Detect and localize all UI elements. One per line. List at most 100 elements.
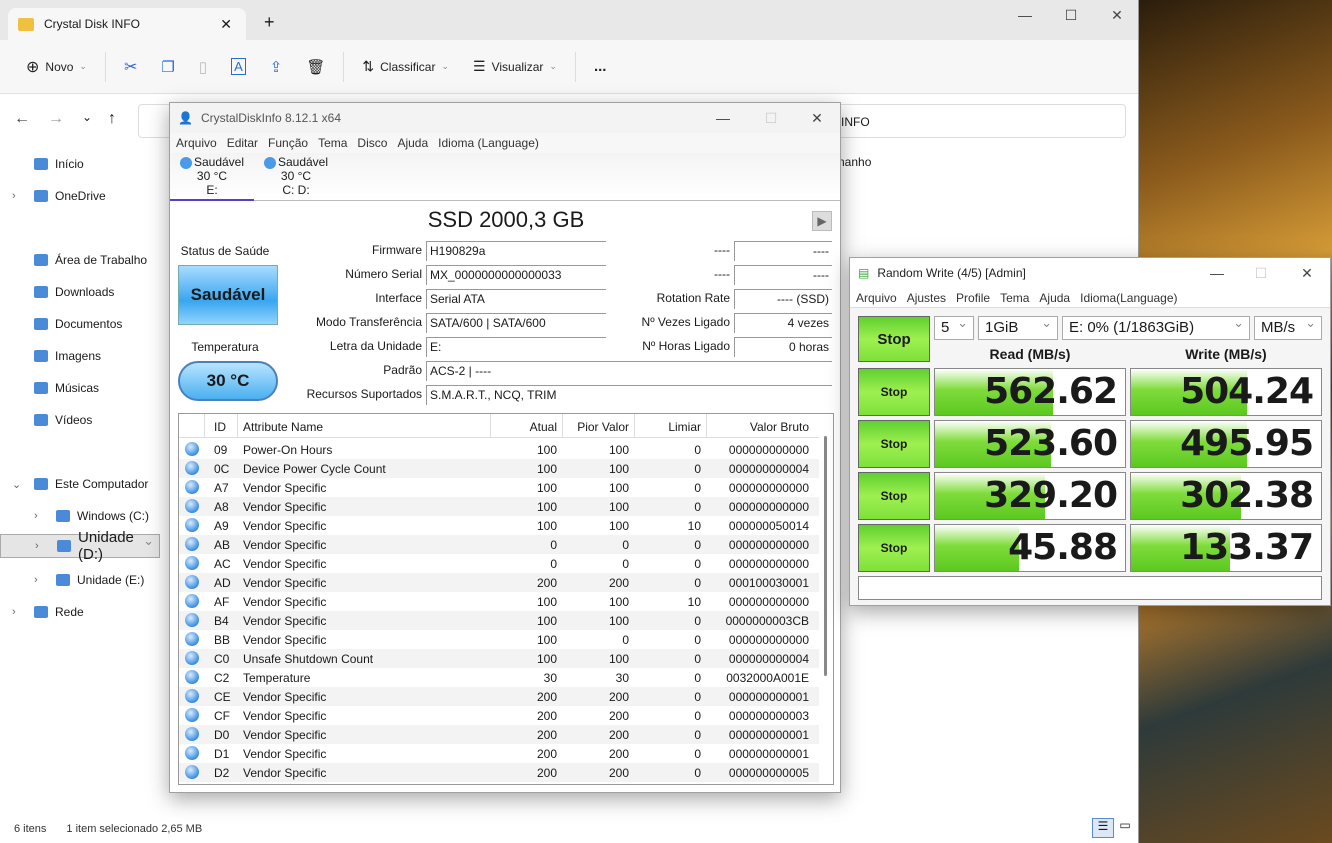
table-row[interactable]: D2 Vendor Specific 200 200 0 000000000005 — [179, 763, 819, 782]
share-button[interactable]: ⇪ — [258, 51, 295, 83]
drive-select[interactable]: E: 0% (1/1863GiB) — [1062, 315, 1250, 340]
table-row[interactable]: BB Vendor Specific 100 0 0 000000000000 — [179, 630, 819, 649]
sidebar-item[interactable]: › Rede — [0, 598, 160, 626]
menu-item[interactable]: Idioma(Language) — [1080, 291, 1177, 305]
sidebar-item[interactable]: Área de Trabalho — [0, 246, 160, 274]
test-stop-button[interactable]: Stop — [858, 472, 930, 520]
table-row[interactable]: AD Vendor Specific 200 200 0 000100030001 — [179, 573, 819, 592]
table-row[interactable]: A9 Vendor Specific 100 100 10 000000050014 — [179, 516, 819, 535]
sidebar-item[interactable]: Imagens — [0, 342, 160, 370]
disk-tab[interactable]: Saudável 30 °C C: D: — [254, 153, 338, 201]
table-row[interactable]: D1 Vendor Specific 200 200 0 000000000001 — [179, 744, 819, 763]
forward-icon[interactable]: → — [48, 110, 64, 128]
comment-field[interactable] — [858, 576, 1322, 600]
table-row[interactable]: D0 Vendor Specific 200 200 0 000000000001 — [179, 725, 819, 744]
menu-item[interactable]: Arquivo — [856, 291, 897, 305]
table-row[interactable]: A8 Vendor Specific 100 100 0 000000000000 — [179, 497, 819, 516]
column-header[interactable]: ID — [214, 420, 226, 434]
table-row[interactable]: 09 Power-On Hours 100 100 0 000000000000 — [179, 440, 819, 459]
delete-button[interactable]: 🗑 — [294, 51, 337, 83]
sidebar-item[interactable]: › Windows (C:) — [0, 502, 160, 530]
sort-button[interactable]: ⇅ Classificar ⌄ — [350, 51, 461, 83]
disk-tab[interactable]: Saudável 30 °C E: — [170, 153, 254, 201]
paste-button[interactable]: ▯ — [187, 51, 219, 83]
test-stop-button[interactable]: Stop — [858, 420, 930, 468]
column-header[interactable]: Valor Bruto — [750, 420, 809, 434]
up-icon[interactable]: ↑ — [108, 110, 116, 128]
minimize-button[interactable]: — — [1194, 258, 1240, 288]
all-stop-button[interactable]: Stop — [858, 316, 930, 362]
menu-item[interactable]: Arquivo — [176, 136, 217, 150]
menu-item[interactable]: Profile — [956, 291, 990, 305]
cut-button[interactable]: ✂ — [112, 51, 149, 83]
table-row[interactable]: C0 Unsafe Shutdown Count 100 100 0 0000000000… — [179, 649, 819, 668]
column-header[interactable]: Pior Valor — [577, 420, 629, 434]
maximize-button[interactable]: ☐ — [1238, 258, 1284, 288]
test-stop-button[interactable]: Stop — [858, 368, 930, 416]
table-row[interactable]: AC Vendor Specific 0 0 0 000000000000 — [179, 554, 819, 573]
temperature-button[interactable]: 30 °C — [178, 361, 278, 401]
tab-crystal-disk-info[interactable]: Crystal Disk INFO ✕ — [8, 8, 246, 40]
sidebar-item[interactable]: › Unidade (E:) — [0, 566, 160, 594]
column-header[interactable]: Atual — [530, 420, 557, 434]
sidebar-item[interactable]: › Unidade (D:) — [0, 529, 160, 563]
new-tab-button[interactable]: + — [264, 12, 275, 33]
menu-item[interactable]: Tema — [1000, 291, 1029, 305]
menu-item[interactable]: Ajustes — [907, 291, 946, 305]
sidebar-item[interactable]: Músicas — [0, 374, 160, 402]
next-disk-button[interactable]: ▶ — [812, 211, 832, 231]
chevron-right-icon[interactable]: ⌄ — [12, 478, 21, 491]
close-button[interactable]: ✕ — [1094, 0, 1140, 30]
chevron-right-icon[interactable]: › — [34, 574, 38, 586]
table-row[interactable]: AF Vendor Specific 100 100 10 000000000000 — [179, 592, 819, 611]
menu-item[interactable]: Idioma (Language) — [438, 136, 539, 150]
chevron-right-icon[interactable]: › — [34, 510, 38, 522]
scrollbar[interactable] — [824, 436, 827, 676]
table-row[interactable]: C2 Temperature 30 30 0 0032000A001E — [179, 668, 819, 687]
menu-item[interactable]: Ajuda — [1039, 291, 1070, 305]
table-row[interactable]: A7 Vendor Specific 100 100 0 000000000000 — [179, 478, 819, 497]
table-row[interactable]: AB Vendor Specific 0 0 0 000000000000 — [179, 535, 819, 554]
sidebar-item[interactable]: ⌄ Este Computador — [0, 470, 160, 498]
menu-item[interactable]: Disco — [357, 136, 387, 150]
copy-button[interactable]: ❐ — [149, 51, 186, 83]
sidebar-item[interactable]: Vídeos — [0, 406, 160, 434]
sidebar-item[interactable]: Início — [0, 150, 160, 178]
unit-select[interactable]: MB/s — [1254, 315, 1322, 340]
chevron-right-icon[interactable]: › — [12, 190, 16, 202]
sidebar-item[interactable]: Documentos — [0, 310, 160, 338]
table-row[interactable]: CE Vendor Specific 200 200 0 000000000001 — [179, 687, 819, 706]
tiles-view-icon[interactable]: ▭ — [1118, 818, 1132, 832]
close-button[interactable]: ✕ — [794, 103, 840, 133]
menu-item[interactable]: Tema — [318, 136, 347, 150]
health-status-button[interactable]: Saudável — [178, 265, 278, 325]
column-header[interactable]: Attribute Name — [243, 420, 323, 434]
minimize-button[interactable]: — — [1002, 0, 1048, 30]
menu-item[interactable]: Função — [268, 136, 308, 150]
maximize-button[interactable]: ☐ — [748, 103, 794, 133]
menu-item[interactable]: Ajuda — [397, 136, 428, 150]
table-row[interactable]: 0C Device Power Cycle Count 100 100 0 0000000… — [179, 459, 819, 478]
table-row[interactable]: B4 Vendor Specific 100 100 0 0000000003CB — [179, 611, 819, 630]
column-header-size[interactable]: nanho — [838, 155, 871, 169]
menu-item[interactable]: Editar — [227, 136, 258, 150]
more-button[interactable]: ... — [582, 51, 619, 83]
count-select[interactable]: 5 — [934, 315, 974, 340]
test-stop-button[interactable]: Stop — [858, 524, 930, 572]
sidebar-item[interactable]: › OneDrive — [0, 182, 160, 210]
chevron-right-icon[interactable]: › — [12, 606, 16, 618]
view-button[interactable]: ☰ Visualizar ⌄ — [461, 51, 569, 83]
maximize-button[interactable]: ☐ — [1048, 0, 1094, 30]
recent-chevron-icon[interactable]: ⌄ — [82, 110, 92, 124]
close-button[interactable]: ✕ — [1284, 258, 1330, 288]
details-view-icon[interactable]: ☰ — [1092, 818, 1114, 838]
back-icon[interactable]: ← — [14, 110, 30, 128]
minimize-button[interactable]: — — [700, 103, 746, 133]
close-tab-icon[interactable]: ✕ — [220, 16, 232, 33]
new-button[interactable]: ⊕ Novo ⌄ — [14, 51, 99, 83]
size-select[interactable]: 1GiB — [978, 315, 1058, 340]
rename-button[interactable]: A — [219, 51, 258, 83]
chevron-right-icon[interactable]: › — [35, 540, 39, 552]
table-row[interactable]: CF Vendor Specific 200 200 0 000000000003 — [179, 706, 819, 725]
column-header[interactable]: Limiar — [668, 420, 701, 434]
